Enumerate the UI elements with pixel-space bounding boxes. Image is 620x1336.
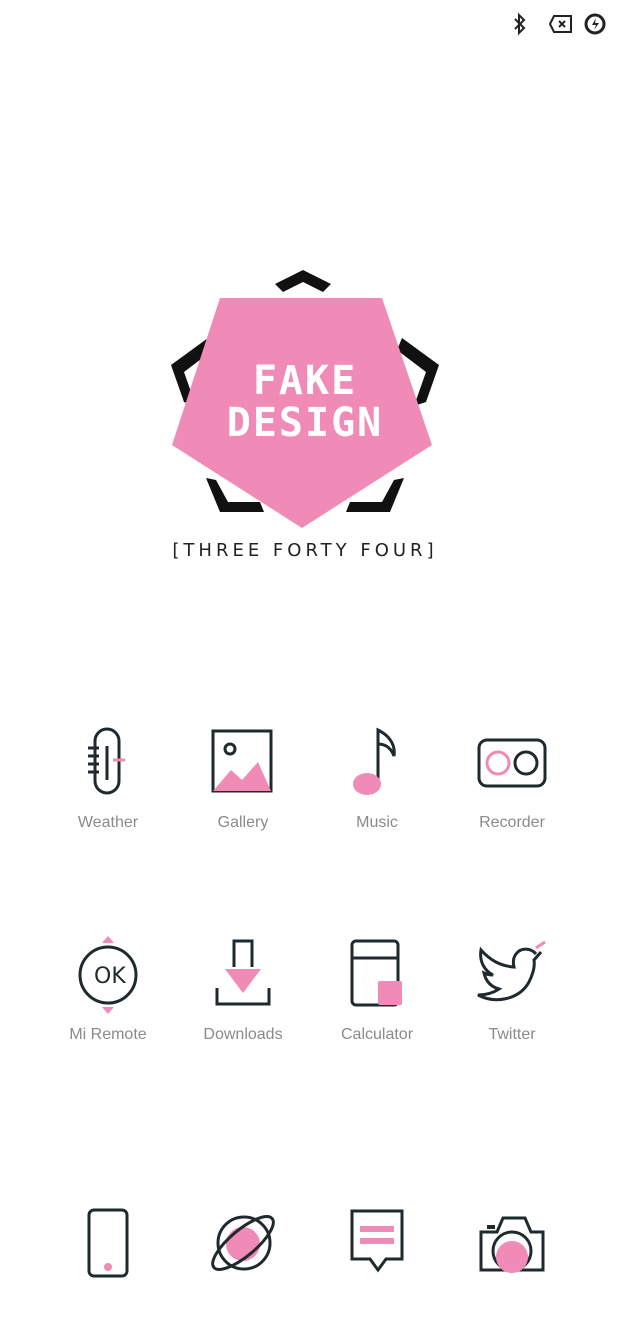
camera-icon [473,1204,551,1282]
logo-tagline: [THREE FORTY FOUR] [172,540,438,561]
download-icon [204,936,282,1014]
dock-camera[interactable] [445,1204,579,1282]
app-label: Gallery [217,814,269,831]
battery-saver-icon [548,12,574,41]
svg-text:OK: OK [94,964,126,989]
image-icon [204,724,282,802]
remote-ok-icon: OK [69,936,147,1014]
dock-messages[interactable] [310,1204,444,1282]
music-note-icon [338,724,416,802]
app-recorder[interactable]: Recorder [445,724,579,832]
bluetooth-icon [510,12,530,41]
app-label: Twitter [488,1026,536,1043]
app-label: Recorder [479,814,545,831]
bird-icon [473,936,551,1014]
app-label: Downloads [203,1026,283,1043]
logo-title-line2: DESIGN [226,400,384,446]
app-music[interactable]: Music [310,724,444,832]
app-weather[interactable]: Weather [41,724,175,832]
app-twitter[interactable]: Twitter [445,936,579,1044]
thermometer-icon [69,724,147,802]
app-label: Music [356,814,398,831]
wallpaper-logo: FAKE DESIGN [THREE FORTY FOUR] [150,260,460,580]
message-icon [338,1204,416,1282]
app-mi-remote[interactable]: OK Mi Remote [41,936,175,1044]
status-bar [480,8,620,40]
dock-browser[interactable] [176,1204,310,1282]
browser-planet-icon [204,1204,282,1282]
app-calculator[interactable]: Calculator [310,936,444,1044]
app-label: Mi Remote [69,1026,147,1043]
app-gallery[interactable]: Gallery [176,724,310,832]
logo-title-line1: FAKE [252,358,358,404]
dock-phone[interactable] [41,1204,175,1282]
app-label: Calculator [340,1026,414,1043]
phone-icon [69,1204,147,1282]
app-label: Weather [77,814,139,831]
recorder-icon [473,724,551,802]
app-downloads[interactable]: Downloads [176,936,310,1044]
calculator-icon [338,936,416,1014]
charging-icon [584,12,606,41]
